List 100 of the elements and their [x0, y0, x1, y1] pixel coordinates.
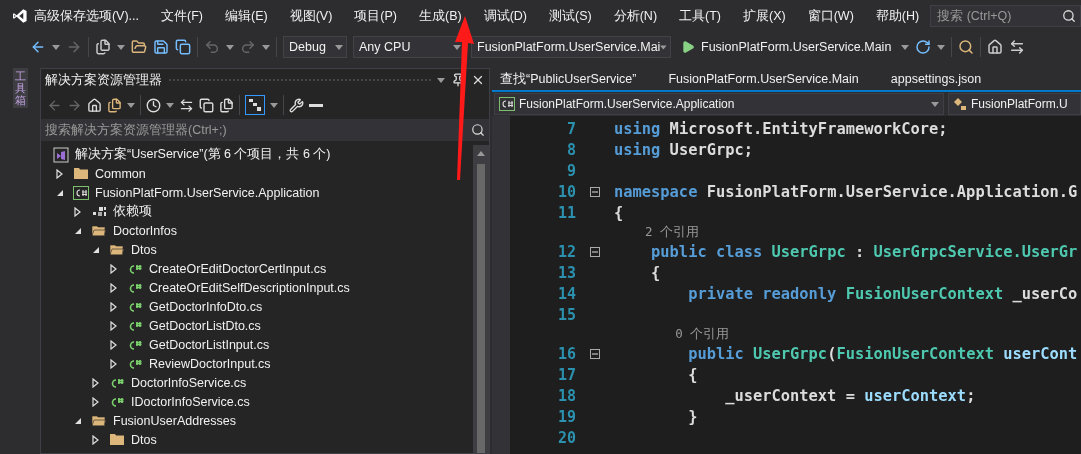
find-icon[interactable]: [958, 39, 975, 55]
search-icon[interactable]: [1062, 9, 1076, 23]
line-number: 16: [556, 344, 576, 363]
expand-arrow-icon[interactable]: [109, 263, 119, 274]
menu-item[interactable]: 文件(F): [150, 7, 214, 25]
solution-icon: [53, 146, 69, 163]
back-icon[interactable]: [47, 97, 62, 113]
refresh-icon[interactable]: [915, 39, 932, 55]
scroll-up-icon[interactable]: [477, 151, 485, 156]
code-file-icon: [109, 395, 125, 408]
menu-item[interactable]: 工具(T): [668, 7, 732, 25]
expand-arrow-icon[interactable]: [55, 168, 65, 179]
menu-item[interactable]: 测试(S): [538, 7, 603, 25]
caret-icon[interactable]: [335, 44, 343, 50]
menu-item[interactable]: 调试(D): [472, 7, 538, 25]
switch-views-icon[interactable]: [107, 97, 122, 113]
open-folder-icon[interactable]: [131, 39, 147, 55]
line-number: 17: [556, 365, 576, 384]
caret-icon[interactable]: [117, 44, 125, 50]
tree-item[interactable]: ReviewDoctorInput.cs: [149, 356, 271, 371]
tree-item[interactable]: GetDoctorInfoDto.cs: [149, 299, 263, 314]
toolbox-tab[interactable]: 工具箱: [12, 68, 28, 109]
tree-item[interactable]: DoctorInfoService.cs: [131, 375, 247, 390]
expand-arrow-icon[interactable]: [91, 377, 101, 388]
editor-tab[interactable]: FusionPlatForm.UserService.Main: [660, 68, 883, 90]
menu-item[interactable]: 分析(N): [602, 7, 669, 25]
tree-item[interactable]: FusionPlatForm.UserService.Application: [95, 185, 320, 200]
caret-icon[interactable]: [52, 44, 60, 50]
caret-icon[interactable]: [226, 44, 234, 50]
tree-item[interactable]: Dtos: [131, 432, 157, 447]
tree-item[interactable]: CreateOrEditDoctorCertInput.cs: [149, 261, 327, 276]
caret-icon[interactable]: [270, 102, 278, 108]
caret-icon[interactable]: [453, 44, 461, 50]
menu-item[interactable]: 窗口(W): [796, 7, 865, 25]
tree-item[interactable]: CreateOrEditSelfDescriptionInput.cs: [149, 280, 350, 295]
search-field[interactable]: 搜索解决方案资源管理器(Ctrl+;): [41, 119, 489, 141]
dependencies-icon: [91, 205, 107, 218]
tree-item[interactable]: GetDoctorListDto.cs: [149, 318, 261, 333]
editor-tab[interactable]: appsettings.json: [882, 68, 1006, 90]
menu-item[interactable]: 生成(B): [408, 7, 473, 25]
preview-toggle[interactable]: [245, 95, 265, 115]
tree-item[interactable]: 依赖项: [113, 203, 152, 220]
tree-item[interactable]: Dtos: [131, 242, 157, 257]
reference-count[interactable]: 2 个引用: [615, 223, 700, 241]
caret-icon[interactable]: [660, 44, 667, 50]
menu-item[interactable]: 编辑(E): [213, 7, 279, 25]
pending-changes-icon[interactable]: [146, 97, 161, 113]
caret-icon[interactable]: [937, 44, 946, 50]
code-line: _userContext = userContext;: [724, 386, 976, 405]
caret-icon[interactable]: [262, 44, 270, 50]
forward-icon[interactable]: [67, 97, 82, 113]
tree-item[interactable]: Common: [95, 166, 146, 181]
caret-icon[interactable]: [901, 44, 910, 50]
expand-arrow-icon[interactable]: [109, 282, 119, 293]
startup-project-dropdown[interactable]: FusionPlatForm.UserService.Mai: [471, 36, 671, 58]
expand-arrow-icon[interactable]: [109, 301, 119, 312]
platform-dropdown[interactable]: Any CPU: [353, 36, 465, 58]
tree-item[interactable]: DoctorInfos: [113, 223, 177, 238]
caret-icon[interactable]: [931, 101, 939, 107]
reference-count[interactable]: 0 个引用: [615, 325, 730, 343]
collapse-icon[interactable]: [590, 246, 600, 257]
expand-arrow-icon[interactable]: [73, 206, 83, 217]
configuration-dropdown[interactable]: Debug: [283, 36, 347, 58]
save-icon[interactable]: [153, 39, 169, 55]
open-folder-icon: [91, 414, 107, 427]
editor-tab[interactable]: 查找“PublicUserService”: [492, 68, 661, 90]
minus-icon[interactable]: [309, 102, 323, 108]
menu-item[interactable]: 项目(P): [343, 7, 408, 25]
show-all-files-icon[interactable]: [219, 97, 234, 113]
project-icon: [499, 97, 515, 111]
expand-arrow-icon[interactable]: [109, 320, 119, 331]
back-icon[interactable]: [30, 39, 46, 55]
options-caret-icon[interactable]: [437, 77, 445, 83]
collapse-icon[interactable]: [590, 348, 600, 359]
solution-name: 高级保存选项(V)...: [32, 7, 140, 25]
properties-icon[interactable]: [289, 97, 304, 113]
menu-item[interactable]: 帮助(H): [864, 7, 931, 25]
sync-icon[interactable]: [179, 97, 194, 113]
line-number: 7: [565, 119, 576, 138]
caret-icon[interactable]: [166, 102, 174, 108]
caret-icon[interactable]: [127, 102, 135, 108]
menu-item[interactable]: 扩展(X): [732, 7, 797, 25]
home-icon[interactable]: [87, 97, 102, 113]
menu-item[interactable]: 视图(V): [278, 7, 344, 25]
type-dropdown[interactable]: FusionPlatForm.U: [948, 93, 1081, 115]
tree-item[interactable]: FusionUserAddresses: [113, 413, 236, 428]
expand-arrow-icon[interactable]: [109, 339, 119, 350]
expand-arrow-icon[interactable]: [91, 434, 101, 445]
run-button[interactable]: FusionPlatForm.UserService.Main: [677, 36, 896, 58]
tree-item[interactable]: GetDoctorListInput.cs: [149, 337, 270, 352]
collapse-icon[interactable]: [590, 186, 600, 197]
expand-arrow-icon[interactable]: [91, 396, 101, 407]
line-number: 12: [556, 242, 576, 261]
search-field[interactable]: 搜索 (Ctrl+Q): [930, 5, 1081, 27]
close-icon[interactable]: [471, 73, 485, 87]
tree-item[interactable]: 解决方案“UserService”(第 6 个项目，共 6 个): [75, 146, 331, 163]
project-dropdown[interactable]: FusionPlatForm.UserService.Application: [494, 93, 944, 115]
scrollbar[interactable]: [473, 145, 489, 453]
tree-item[interactable]: IDoctorInfoService.cs: [131, 394, 250, 409]
expand-arrow-icon[interactable]: [109, 358, 119, 369]
